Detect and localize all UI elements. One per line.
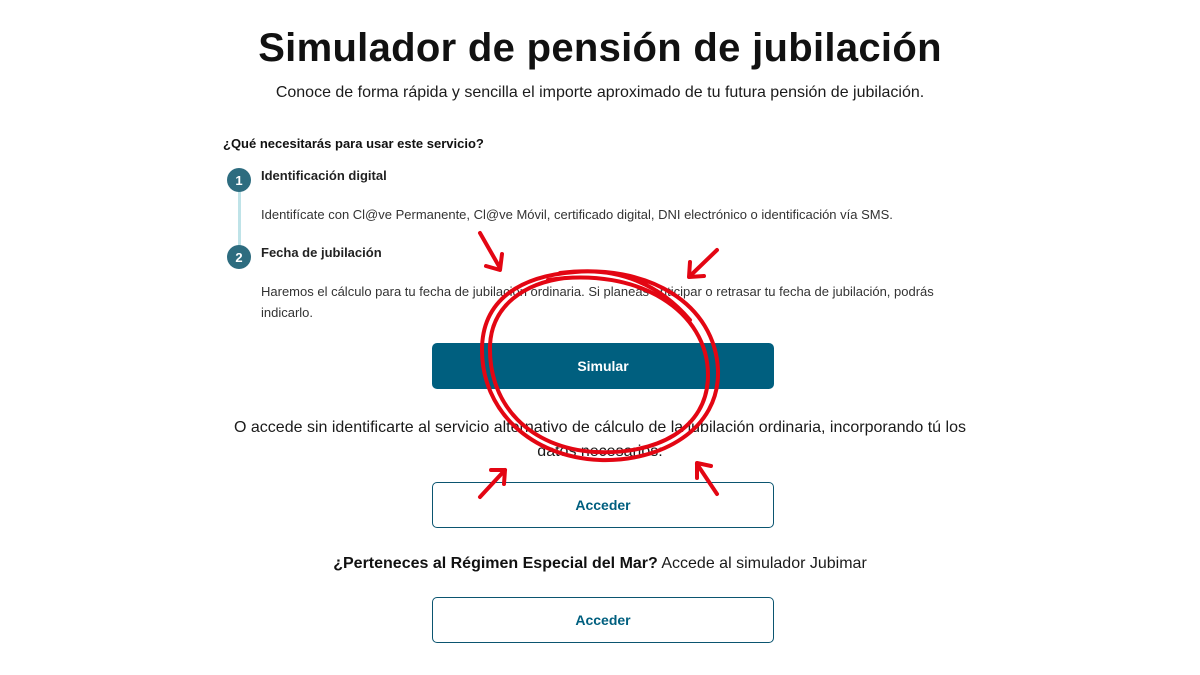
page-subtitle: Conoce de forma rápida y sencilla el imp…: [275, 84, 925, 101]
access-jubimar-button[interactable]: Acceder: [432, 597, 774, 643]
annotation-arrow-top-left: [478, 231, 504, 272]
annotation-arrow-top-right: [687, 248, 719, 279]
step-1-text: Identifícate con Cl@ve Permanente, Cl@ve…: [261, 207, 893, 222]
step-2-badge: 2: [227, 245, 251, 269]
alternative-service-text: O accede sin identificarte al servicio a…: [234, 419, 966, 460]
page-title: Simulador de pensión de jubilación: [258, 26, 942, 70]
access-alternative-button[interactable]: Acceder: [432, 482, 774, 528]
requirements-heading: ¿Qué necesitarás para usar este servicio…: [223, 136, 484, 151]
step-2-title: Fecha de jubilación: [261, 245, 382, 260]
step-2-text: Haremos el cálculo para tu fecha de jubi…: [261, 284, 934, 320]
step-1-title: Identificación digital: [261, 168, 387, 183]
step-1-badge: 1: [227, 168, 251, 192]
mar-regime-question: ¿Perteneces al Régimen Especial del Mar?: [333, 555, 658, 572]
mar-regime-text: ¿Perteneces al Régimen Especial del Mar?…: [0, 555, 1200, 573]
step-connector-line: [238, 190, 241, 246]
mar-regime-link-text: Accede al simulador Jubimar: [657, 555, 867, 572]
simulate-button[interactable]: Simular: [432, 343, 774, 389]
